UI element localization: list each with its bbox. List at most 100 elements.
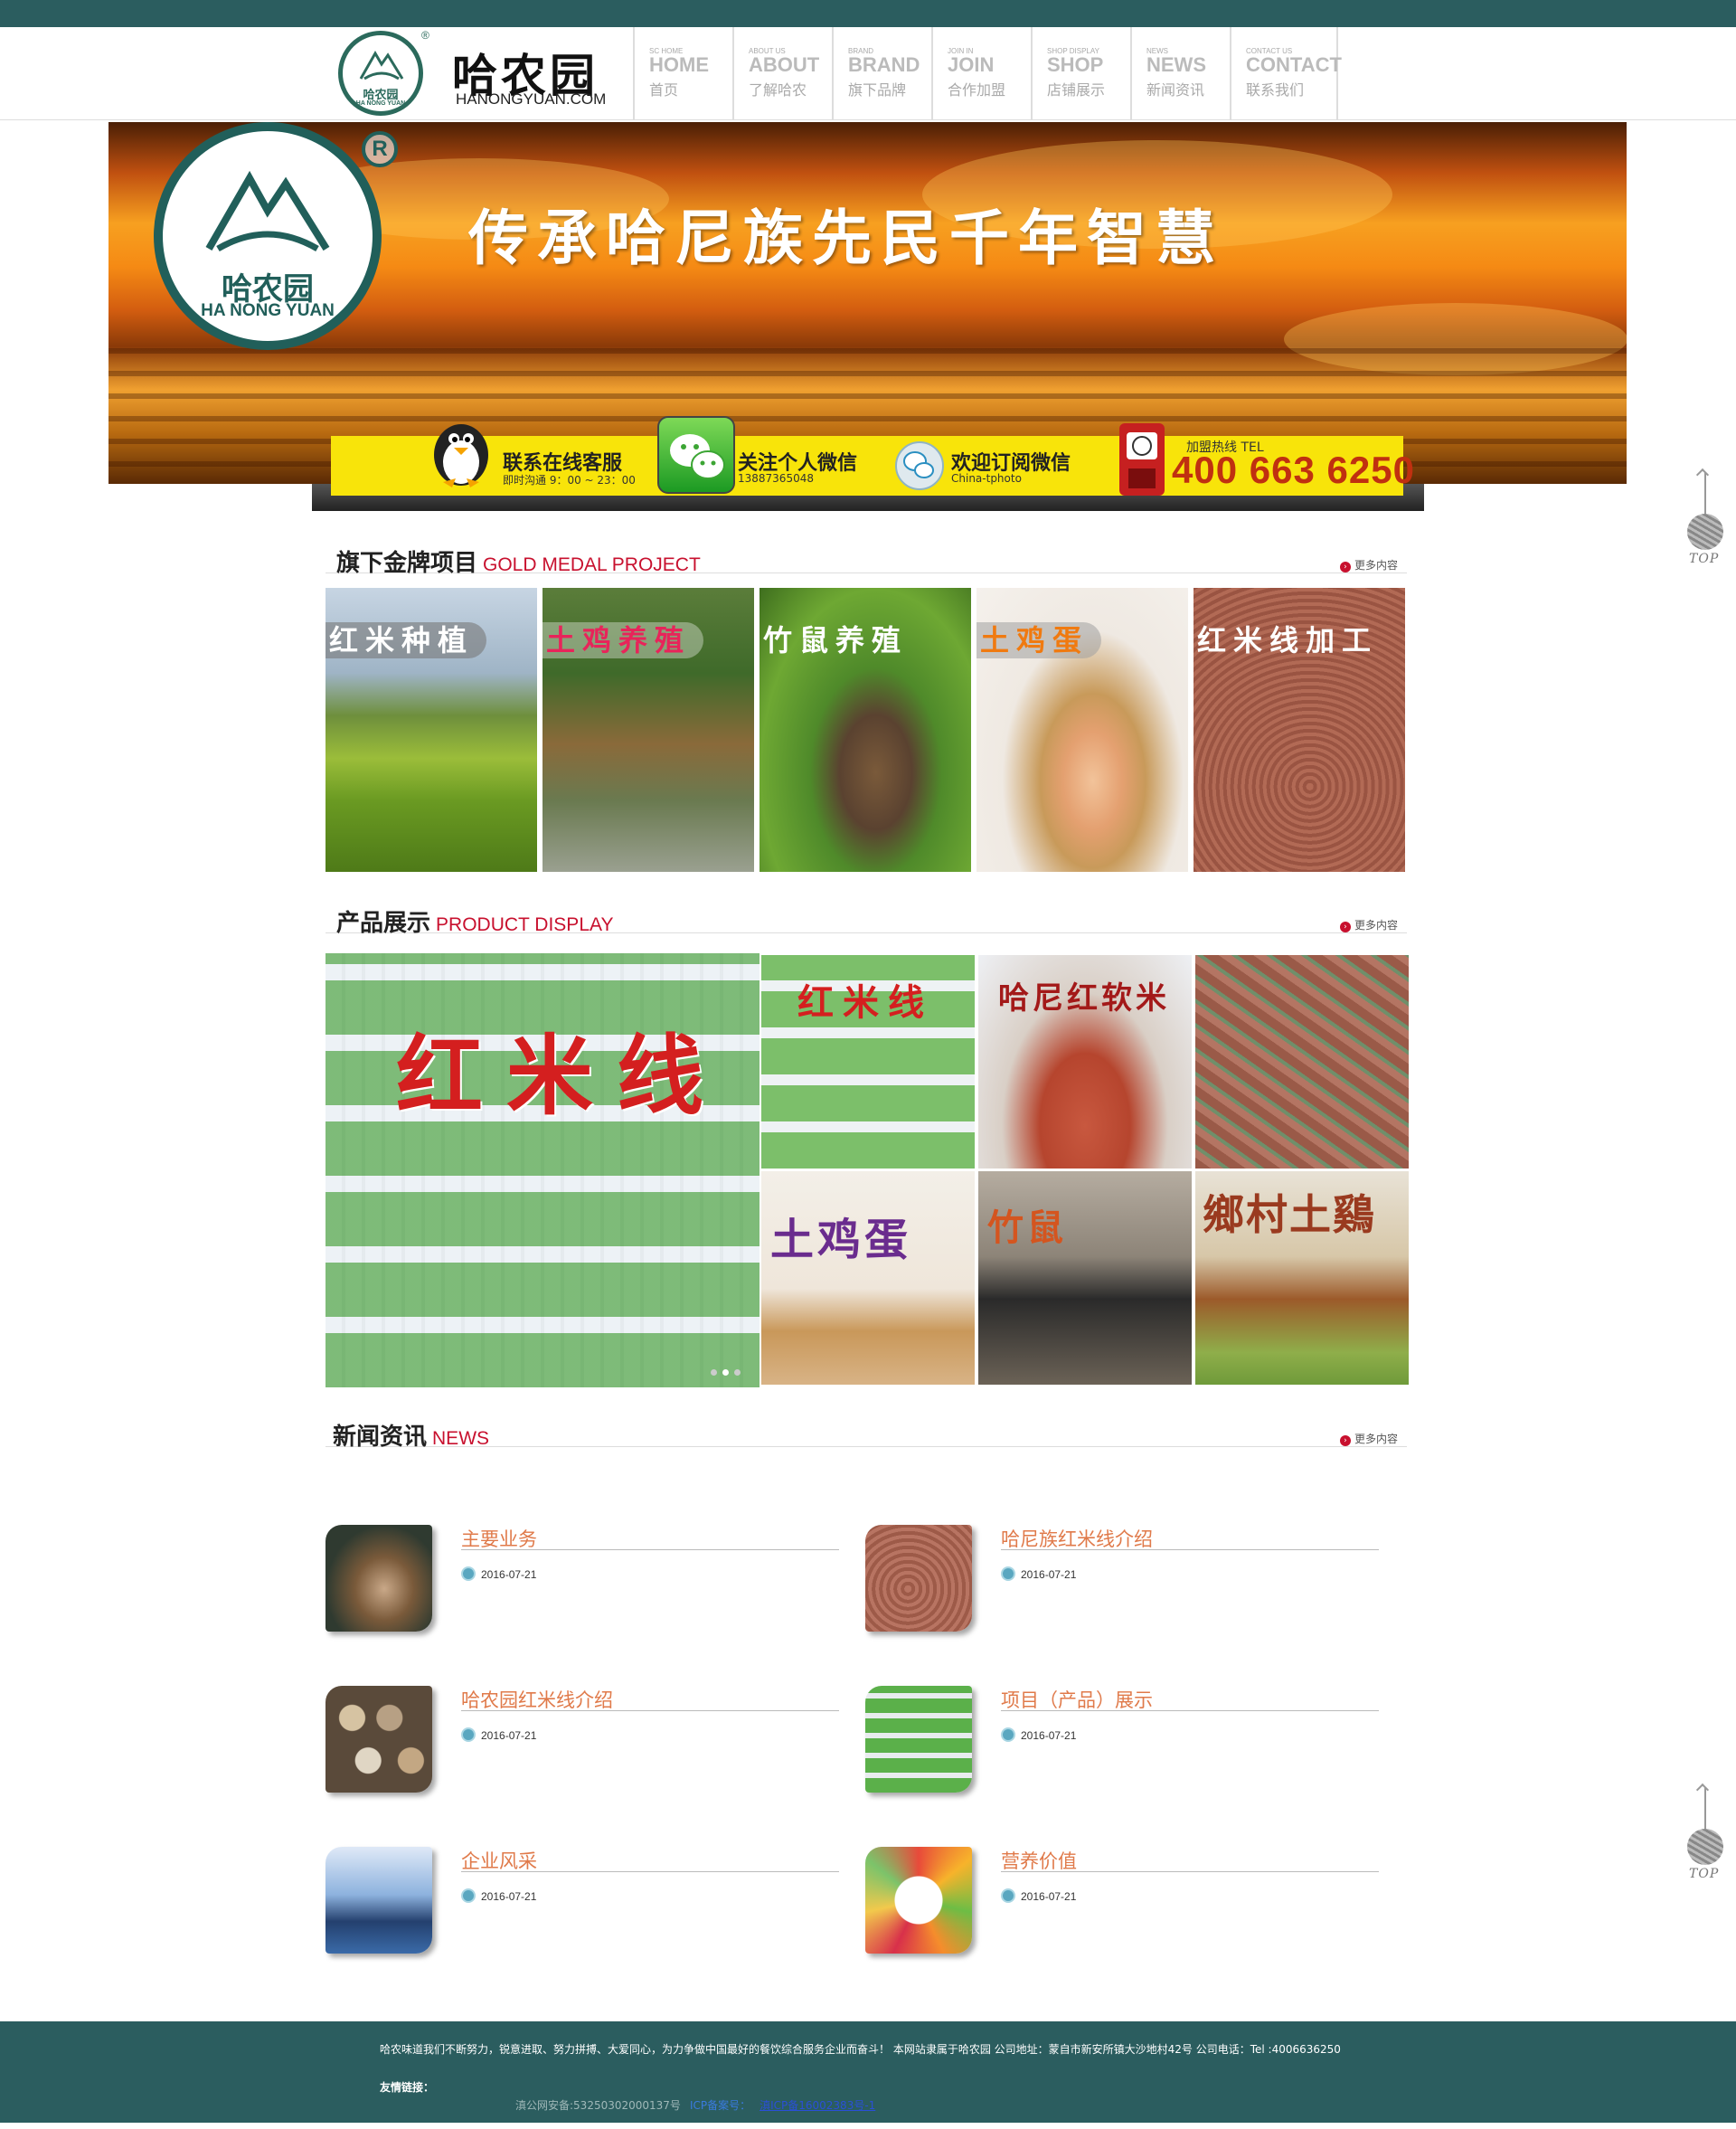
nav-en: CONTACT [1246, 53, 1342, 76]
friend-links-label: 友情链接： [380, 2081, 435, 2094]
news-date: 2016-07-21 [1001, 1888, 1076, 1903]
news-thumbnail [326, 1525, 432, 1632]
product-label: 红米线 [797, 981, 933, 1024]
slider-dot[interactable] [711, 1369, 717, 1376]
nav-contact[interactable]: CONTACT US CONTACT 联系我们 [1230, 27, 1342, 120]
top-strip [0, 0, 1736, 27]
top-label: TOP [1689, 552, 1720, 566]
project-label: 竹鼠养殖 [763, 623, 909, 658]
news-item[interactable]: 哈农园红米线介绍 2016-07-21 [326, 1686, 841, 1803]
clock-icon [1001, 1888, 1015, 1903]
product-tile-3[interactable] [1195, 955, 1409, 1169]
nav-news[interactable]: NEWS NEWS 新闻资讯 [1130, 27, 1230, 120]
more-link[interactable]: › 更多内容 [1339, 917, 1398, 932]
arrow-right-icon: › [1339, 922, 1351, 932]
product-tile-1[interactable]: 红米线 [761, 955, 975, 1169]
registered-mark: R [362, 131, 398, 167]
project-card-bamboo-rat[interactable]: 竹鼠养殖 [760, 588, 971, 872]
banner-logo: 哈农园 HA NONG YUAN [154, 122, 382, 350]
more-link[interactable]: › 更多内容 [1339, 557, 1398, 572]
subscribe-link[interactable]: 欢迎订阅微信 China-tphoto [951, 436, 1132, 496]
icp-link[interactable]: 滇ICP备16002383号-1 [760, 2099, 875, 2112]
news-title[interactable]: 营养价值 [1001, 1847, 1379, 1872]
hotline-number[interactable]: 400 663 6250 [1172, 449, 1415, 492]
news-date: 2016-07-21 [461, 1888, 536, 1903]
project-card-noodles[interactable]: 红米线加工 [1194, 588, 1405, 872]
nav-cn: 店铺展示 [1047, 81, 1106, 99]
product-label: 土鸡蛋 [770, 1215, 912, 1265]
product-tile-6[interactable]: 鄉村土鷄 [1195, 1171, 1409, 1385]
slider-dot[interactable] [722, 1369, 729, 1376]
top-label: TOP [1689, 1867, 1720, 1881]
clock-icon [1001, 1566, 1015, 1581]
site-logo[interactable]: 哈农园 HA NONG YUAN ® 哈农园 HANONGYUAN.COM [335, 27, 633, 120]
project-label: 土鸡养殖 [542, 622, 704, 658]
nav-en: JOIN [948, 53, 995, 76]
nav-home[interactable]: SC HOME HOME 首页 [633, 27, 732, 120]
news-thumbnail [865, 1686, 972, 1793]
news-date: 2016-07-21 [1001, 1566, 1076, 1581]
footer: 哈农味道我们不断努力，锐意进取、努力拼搏、大爱同心，为力争做中国最好的餐饮综合服… [0, 2021, 1736, 2123]
news-date: 2016-07-21 [461, 1566, 536, 1581]
news-item[interactable]: 哈尼族红米线介绍 2016-07-21 [865, 1525, 1381, 1642]
news-thumbnail [326, 1847, 432, 1954]
terrace-line [108, 393, 1627, 399]
product-main-slide[interactable]: 红米线 [326, 953, 760, 1387]
project-card-red-rice[interactable]: 红米种植 [326, 588, 537, 872]
product-tile-4[interactable]: 土鸡蛋 [761, 1171, 975, 1385]
back-to-top-button[interactable]: TOP [1685, 468, 1725, 570]
back-to-top-button[interactable]: TOP [1685, 1783, 1725, 1885]
news-thumbnail [326, 1686, 432, 1793]
product-tile-5[interactable]: 竹鼠 [978, 1171, 1192, 1385]
arrow-up-icon [1695, 468, 1710, 482]
product-label: 鄉村土鷄 [1203, 1190, 1376, 1239]
footer-record: 滇公网安备:53250302000137号 ICP备案号： 滇ICP备1600238… [515, 2097, 875, 2113]
clock-icon [461, 1727, 476, 1742]
project-card-chicken[interactable]: 土鸡养殖 [542, 588, 754, 872]
nav-en: SHOP [1047, 53, 1104, 76]
chat-bubble-icon [895, 441, 944, 490]
gold-section-header: 旗下金牌项目 GOLD MEDAL PROJECT › 更多内容 [326, 544, 1407, 577]
banner-cloud [1284, 303, 1627, 375]
terrace-line [108, 371, 1627, 376]
nav-cn: 旗下品牌 [848, 81, 907, 99]
section-title: 产品展示 PRODUCT DISPLAY [336, 910, 614, 937]
wechat-id: 13887365048 [738, 472, 814, 485]
logo-emblem: 哈农园 HA NONG YUAN [338, 31, 423, 116]
slider-dot[interactable] [734, 1369, 741, 1376]
news-thumbnail [865, 1847, 972, 1954]
yarn-ball-icon [1687, 514, 1723, 550]
news-item[interactable]: 主要业务 2016-07-21 [326, 1525, 841, 1642]
project-label: 红米种植 [326, 622, 487, 658]
nav-join[interactable]: JOIN IN JOIN 合作加盟 [931, 27, 1031, 120]
nav-cn: 了解哈农 [749, 81, 807, 99]
product-label: 竹鼠 [987, 1206, 1067, 1249]
nav-brand[interactable]: BRAND BRAND 旗下品牌 [832, 27, 931, 120]
news-title[interactable]: 项目（产品）展示 [1001, 1686, 1379, 1711]
wechat-icon [657, 416, 735, 494]
footer-about: 哈农味道我们不断努力，锐意进取、努力拼搏、大爱同心，为力争做中国最好的餐饮综合服… [380, 2043, 1341, 2056]
more-link[interactable]: › 更多内容 [1339, 1431, 1398, 1446]
main-nav: SC HOME HOME 首页 ABOUT US ABOUT 了解哈农 BRAN… [633, 27, 1342, 120]
news-item[interactable]: 营养价值 2016-07-21 [865, 1847, 1381, 1964]
nav-shop[interactable]: SHOP DISPLAY SHOP 店铺展示 [1031, 27, 1130, 120]
arrow-up-icon [1695, 1783, 1710, 1797]
nav-en: NEWS [1146, 53, 1206, 76]
nav-about[interactable]: ABOUT US ABOUT 了解哈农 [732, 27, 832, 120]
news-item[interactable]: 项目（产品）展示 2016-07-21 [865, 1686, 1381, 1803]
product-tile-2[interactable]: 哈尼红软米 [978, 955, 1192, 1169]
news-title[interactable]: 哈农园红米线介绍 [461, 1686, 839, 1711]
news-title[interactable]: 哈尼族红米线介绍 [1001, 1525, 1379, 1550]
news-item[interactable]: 企业风采 2016-07-21 [326, 1847, 841, 1964]
news-title[interactable]: 企业风采 [461, 1847, 839, 1872]
telephone-icon [1119, 423, 1165, 496]
banner-slogan: 传承哈尼族先民千年智慧 [468, 203, 1224, 273]
project-card-eggs[interactable]: 土鸡蛋 [976, 588, 1188, 872]
brand-url: HANONGYUAN.COM [456, 90, 607, 108]
nav-cn: 联系我们 [1246, 81, 1305, 99]
product-section-header: 产品展示 PRODUCT DISPLAY › 更多内容 [326, 904, 1407, 937]
yarn-ball-icon [1687, 1829, 1723, 1865]
news-thumbnail [865, 1525, 972, 1632]
news-title[interactable]: 主要业务 [461, 1525, 839, 1550]
police-record: 滇公网安备:53250302000137号 [515, 2099, 681, 2112]
